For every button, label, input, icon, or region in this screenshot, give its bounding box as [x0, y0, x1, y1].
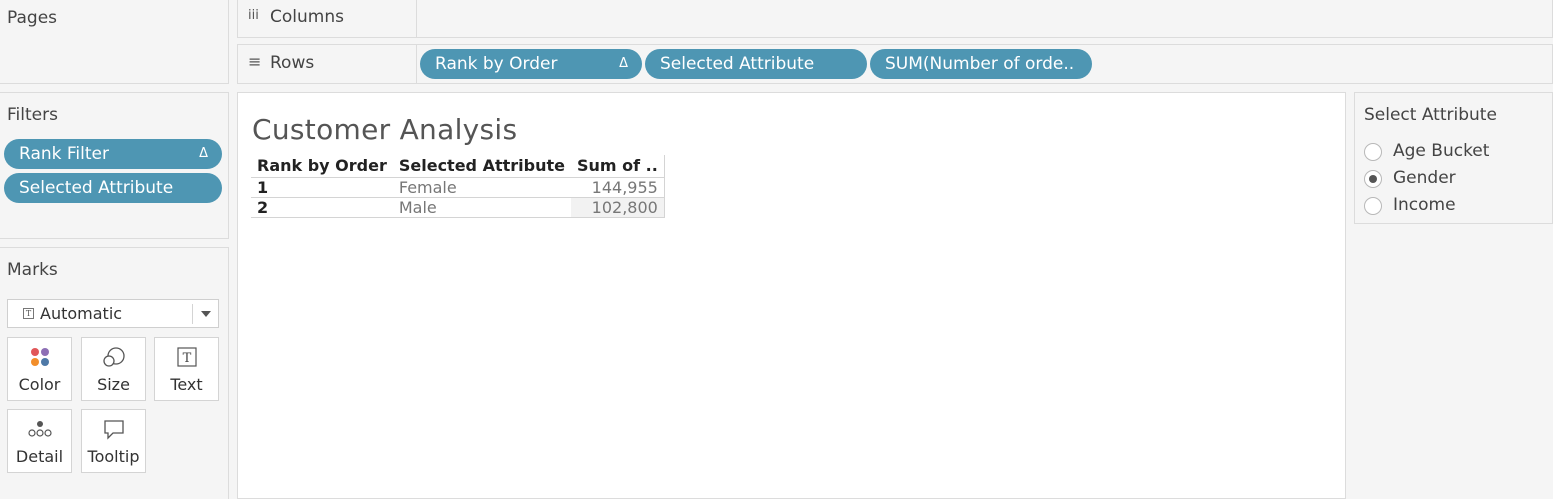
filter-pill-selected-attribute[interactable]: Selected Attribute — [4, 173, 222, 203]
worksheet-view: Customer Analysis Rank by Order Selected… — [237, 92, 1346, 499]
mark-type-label: Automatic — [40, 304, 123, 323]
text-icon: T — [155, 346, 218, 372]
cell-attribute[interactable]: Female — [392, 177, 571, 198]
rows-pill-rank-by-order[interactable]: Rank by Order Δ — [420, 49, 642, 79]
marks-detail-label: Detail — [15, 447, 64, 466]
color-icon — [8, 346, 71, 372]
marks-tooltip-button[interactable]: Tooltip — [81, 409, 146, 473]
rows-pill-sum-number-of-orders[interactable]: SUM(Number of orde.. — [870, 49, 1092, 79]
header-selected-attribute[interactable]: Selected Attribute — [392, 155, 571, 178]
pages-panel: Pages — [0, 0, 229, 84]
columns-label: Columns — [270, 7, 344, 27]
svg-text:T: T — [182, 351, 191, 366]
pill-label: Selected Attribute — [19, 178, 174, 198]
radio-label: Age Bucket — [1393, 141, 1490, 161]
pill-label: Rank by Order — [435, 54, 558, 74]
tooltip-icon — [82, 418, 145, 444]
marks-size-label: Size — [97, 375, 130, 394]
marks-detail-button[interactable]: Detail — [7, 409, 72, 473]
filter-pill-rank-filter[interactable]: Rank Filter Δ — [4, 139, 222, 169]
columns-icon: iii — [248, 8, 259, 23]
header-sum-of-orders[interactable]: Sum of .. — [570, 155, 665, 178]
marks-size-button[interactable]: Size — [81, 337, 146, 401]
pages-title: Pages — [7, 8, 58, 28]
marks-title: Marks — [7, 260, 58, 280]
radio-button[interactable] — [1364, 143, 1382, 161]
pill-label: SUM(Number of orde.. — [885, 54, 1075, 74]
rows-shelf-label: ≡ Rows — [238, 45, 417, 83]
calc-delta-icon: Δ — [199, 146, 208, 161]
marks-tooltip-label: Tooltip — [87, 447, 140, 466]
radio-label: Income — [1393, 195, 1456, 215]
cell-value[interactable]: 144,955 — [570, 177, 665, 198]
columns-shelf[interactable]: iii Columns — [237, 0, 1553, 38]
table-header-row: Rank by Order Selected Attribute Sum of … — [251, 155, 665, 178]
rows-icon: ≡ — [248, 52, 262, 71]
radio-button[interactable] — [1364, 197, 1382, 215]
table-row[interactable]: 1 Female 144,955 — [251, 177, 665, 198]
dropdown-divider — [192, 304, 193, 324]
rows-pill-selected-attribute[interactable]: Selected Attribute — [645, 49, 867, 79]
size-icon — [82, 346, 145, 372]
radio-label: Gender — [1393, 168, 1456, 188]
columns-shelf-label: iii Columns — [238, 0, 417, 37]
cell-rank[interactable]: 1 — [251, 177, 393, 198]
filters-title: Filters — [7, 105, 58, 125]
marks-text-button[interactable]: T Text — [154, 337, 219, 401]
rows-label: Rows — [270, 53, 315, 73]
worksheet-title: Customer Analysis — [252, 113, 518, 146]
header-rank-by-order[interactable]: Rank by Order — [251, 155, 393, 178]
cell-value[interactable]: 102,800 — [570, 197, 665, 218]
chevron-down-icon[interactable] — [201, 311, 211, 317]
crosstab-table: Rank by Order Selected Attribute Sum of … — [251, 155, 665, 218]
marks-color-button[interactable]: Color — [7, 337, 72, 401]
marks-text-label: Text — [170, 375, 203, 394]
text-mark-icon: T — [23, 308, 34, 319]
cell-rank[interactable]: 2 — [251, 197, 393, 218]
table-row[interactable]: 2 Male 102,800 — [251, 197, 665, 218]
pill-label: Selected Attribute — [660, 54, 815, 74]
radio-button-selected[interactable] — [1364, 170, 1382, 188]
calc-delta-icon: Δ — [619, 56, 628, 71]
pill-label: Rank Filter — [19, 144, 109, 164]
detail-icon — [8, 418, 71, 444]
mark-type-dropdown[interactable]: T Automatic — [7, 299, 219, 328]
cell-attribute[interactable]: Male — [392, 197, 571, 218]
parameter-title: Select Attribute — [1364, 105, 1497, 125]
marks-color-label: Color — [18, 375, 61, 394]
